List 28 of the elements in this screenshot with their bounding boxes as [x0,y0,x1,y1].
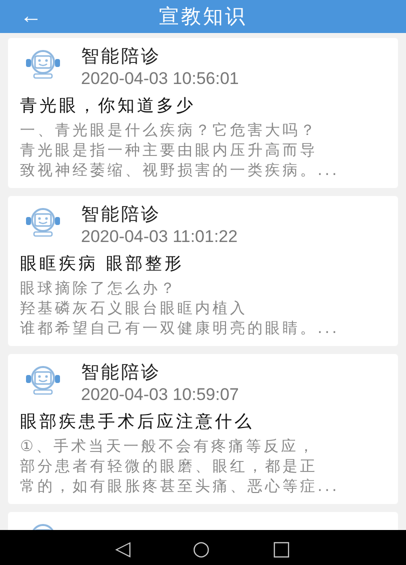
post-time: 2020-04-03 11:01:22 [81,226,238,247]
post-time: 2020-04-03 10:56:01 [81,68,239,89]
recents-nav-button[interactable]: □ [266,534,297,560]
summary-line: 一、青光眼是什么疾病？它危害大吗？ [20,120,318,140]
summary-line: 部分患者有轻微的眼磨、眼红，都是正 [20,456,318,476]
article-title: 青光眼，你知道多少 [20,95,196,117]
page-title: 宣教知识 [159,3,247,30]
summary-line: 常的，如有眼胀疼甚至头痛、恶心等症... [20,476,340,496]
article-title: 眼部疾患手术后应注意什么 [20,411,255,433]
robot-icon [25,207,61,237]
article-card[interactable]: 智能陪诊 2020-04-03 10:59:07 眼部疾患手术后应注意什么 ①、手术当天一般不会有疼痛等反应， 部分患者有轻微的眼磨、眼红，都是正 常的，如有眼胀疼甚至头痛、恶心等症... [8,354,398,504]
article-card[interactable]: 智能陪诊 2020-04-03 10:56:01 青光眼，你知道多少 一、青光眼是什么疾病？它危害大吗？ 青光眼是指一种主要由眼内压升高而导 致视神经萎缩、视野损害的一类疾病。... [8,38,398,188]
summary-line: 青光眼是指一种主要由眼内压升高而导 [20,140,318,160]
author-name: 智能陪诊 [81,46,162,68]
home-nav-button[interactable]: ○ [186,534,216,560]
article-title: 眼眶疾病 眼部整形 [20,253,185,275]
back-nav-button[interactable]: ◁ [109,534,137,560]
post-time: 2020-04-03 10:59:07 [81,384,239,405]
summary-line: 眼球摘除了怎么办？ [20,278,178,298]
article-card[interactable]: 智能陪诊 2020-04-03 11:01:22 眼眶疾病 眼部整形 眼球摘除了怎么办？ 羟基磷灰石义眼台眼眶内植入 谁都希望自己有一双健康明亮的眼睛。... [8,196,398,346]
author-name: 智能陪诊 [81,362,162,384]
summary-line: ①、手术当天一般不会有疼痛等反应， [20,436,317,456]
robot-icon [25,49,61,79]
summary-line: 羟基磷灰石义眼台眼眶内植入 [20,298,248,318]
summary-line: 致视神经萎缩、视野损害的一类疾病。... [20,160,340,180]
summary-line: 谁都希望自己有一双健康明亮的眼睛。... [20,318,340,338]
author-name: 智能陪诊 [81,204,162,226]
robot-icon [25,365,61,395]
